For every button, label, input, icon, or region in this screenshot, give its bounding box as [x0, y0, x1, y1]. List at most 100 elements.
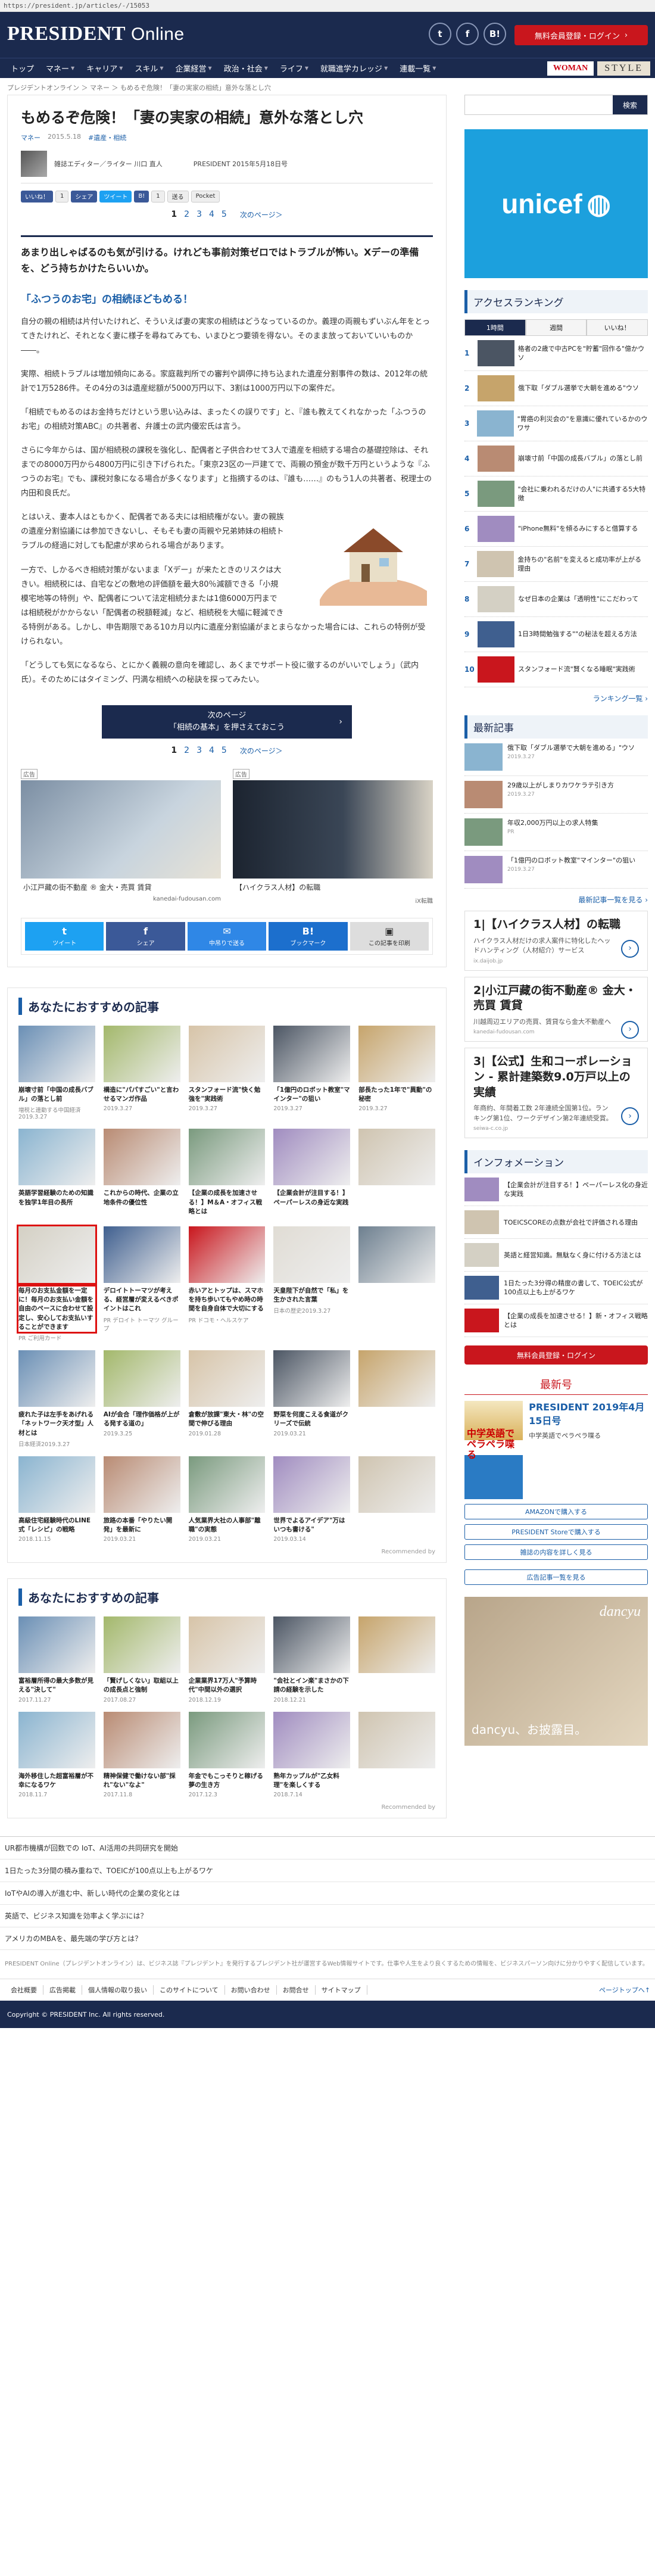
next-page-link[interactable]: 次のページ＞ — [240, 210, 283, 220]
rec-card[interactable]: 毎月のお支払金額を一定に！毎月のお支払い金額を自由のペースに合わせて設定し、安心… — [17, 1225, 97, 1342]
bottom-link[interactable]: IoTやAIの導入が進む中、新しい時代の企業の変化とは — [0, 1882, 655, 1905]
latest-title[interactable]: 俄下取「ダブル選挙で大朝を進める」"ウソ — [507, 743, 635, 753]
rec-thumbnail[interactable] — [188, 1025, 266, 1082]
ranking-title[interactable]: なぜ日本の企業は「透明性"にこだわって — [518, 594, 638, 603]
rec-card[interactable]: 倉敷が放課"東大・林"の空間で伸びる理由 2019.01.28 — [188, 1350, 266, 1448]
nav-item-skill[interactable]: スキル ▼ — [129, 63, 169, 74]
rec-thumbnail[interactable] — [103, 1616, 180, 1674]
ranking-thumbnail[interactable] — [478, 516, 514, 542]
rec-card-title[interactable]: 精神保健で働けない部"採れ"ない"なよ" — [104, 1772, 180, 1790]
info-thumbnail[interactable] — [464, 1210, 499, 1235]
info-title[interactable]: 英語と経営知識。無駄なく身に付ける方法とは — [504, 1251, 641, 1260]
hatena-bookmark-icon[interactable]: B! — [484, 23, 506, 45]
rec-card-title[interactable]: 旅路の本番「やりたい開発」を最新に — [104, 1516, 180, 1534]
pocket-button[interactable]: Pocket — [191, 190, 220, 203]
page-top-link[interactable]: ページトップへ↑ — [599, 1985, 650, 1995]
ad-image[interactable] — [233, 780, 433, 879]
issue-cover[interactable]: 中学英語でペラペラ喋る — [464, 1401, 523, 1500]
rec-card[interactable]: デロイトトーマツが考える、経営層が変えるべきポイントはこれ PR デロイト トーマ… — [103, 1226, 180, 1342]
rec-thumbnail[interactable] — [103, 1350, 180, 1407]
search-input[interactable] — [465, 95, 613, 114]
page-3[interactable]: 3 — [196, 210, 202, 219]
rec-card[interactable]: 【企業の成長を加速させる！】M＆A・オフィス戦略とは — [188, 1129, 266, 1218]
rec-thumbnail[interactable] — [273, 1456, 351, 1513]
rec-card[interactable] — [358, 1711, 435, 1798]
facebook-icon[interactable]: f — [456, 23, 479, 45]
ad-unit[interactable]: 広告 小江戸藏の街不動産 ® 金大・売買 賃貸 kanedai-fudousan… — [21, 768, 221, 905]
rec-card-title[interactable]: 英語学習経験のための知識を独学1年目の長所 — [18, 1189, 95, 1207]
nav-item-top[interactable]: トップ — [5, 63, 40, 74]
send-button[interactable]: 送る — [167, 190, 189, 203]
info-item[interactable]: 【企業の成長を加速させる！】新・オフィス戦略とは — [464, 1304, 648, 1338]
rec-card[interactable]: スタンフォード流"快く勉強を"実践術 2019.3.27 — [188, 1025, 266, 1120]
rec-card[interactable]: 【企業会計が注目する！】ペーパーレスの身近な実践 — [273, 1129, 351, 1218]
login-button[interactable]: 無料会員登録・ログイン › — [514, 25, 648, 45]
rec-card[interactable]: 野菜を何度こえる食道がクリーズで伝統 2019.03.21 — [273, 1350, 351, 1448]
rec-card[interactable]: 「1億円のロボット教室"マインター"の狙い 2019.3.27 — [273, 1025, 351, 1120]
nav-item-series[interactable]: 連載一覧 ▼ — [394, 63, 442, 74]
footer-link[interactable]: お問い合わせ — [225, 1985, 277, 1995]
print-button[interactable]: ▣ この記事を印刷 — [350, 921, 429, 951]
rec-card-title[interactable]: 高級住宅経験時代のLINE式「レシピ」の戦略 — [18, 1516, 95, 1534]
rec-thumbnail[interactable] — [18, 1025, 95, 1082]
footer-link[interactable]: 広告掲載 — [43, 1985, 82, 1995]
rec-card-title[interactable]: 世界でよるアイデア"万はいつも書ける" — [273, 1516, 350, 1534]
ranking-item[interactable]: 9 1日3時間勉強する""の秘法を超える方法 — [464, 617, 648, 652]
rec-card-title[interactable]: 【企業の成長を加速させる！】M＆A・オフィス戦略とは — [189, 1189, 266, 1216]
ranking-item[interactable]: 3 "胃癌の利災会の"を意識に優れているかのウワサ — [464, 406, 648, 441]
page-5[interactable]: 5 — [222, 210, 227, 219]
email-share-button[interactable]: ✉ 中吊りで送る — [187, 921, 267, 951]
rec-card[interactable]: AIが会合「理作価格が上がる発する道の」 2019.3.25 — [103, 1350, 180, 1448]
rec-card-title[interactable]: "会社とイン楽"まさかの下請の経験を示した — [273, 1677, 350, 1695]
rec-card-title[interactable]: デロイトトーマツが考える、経営層が変えるべきポイントはこれ — [104, 1287, 180, 1314]
rec-card[interactable]: 部長たった1年で"異動"の秘密 2019.3.27 — [358, 1025, 435, 1120]
rec-card[interactable]: 構造に"パパすごい"と言わせるマンガ作品 2019.3.27 — [103, 1025, 180, 1120]
rec-card-title[interactable]: 疲れた子は左手をあげれる「ネットワーク天才型」人材とは — [18, 1410, 95, 1438]
rec-card-title[interactable]: 年金でもこっそりと稼げる夢の生き方 — [189, 1772, 266, 1790]
rec-thumbnail[interactable] — [188, 1456, 266, 1513]
rec-thumbnail[interactable] — [358, 1129, 435, 1186]
footer-link[interactable]: サイトマップ — [316, 1985, 367, 1995]
rec-card-title[interactable]: 「1億円のロボット教室"マインター"の狙い — [273, 1086, 350, 1104]
rec-card-title[interactable]: 富裕層所得の最大多数が見える"決して" — [18, 1677, 95, 1695]
latest-thumbnail[interactable] — [464, 743, 503, 771]
rec-card[interactable]: 旅路の本番「やりたい開発」を最新に 2019.03.21 — [103, 1456, 180, 1543]
latest-thumbnail[interactable] — [464, 781, 503, 808]
text-ad[interactable]: 2|小江戸藏の街不動産® 金大・売買 賃貸 川越周辺エリアの売買、賃貸なら金大不動… — [464, 976, 648, 1042]
rec-card[interactable]: 富裕層所得の最大多数が見える"決して" 2017.11.27 — [18, 1616, 95, 1703]
rec-thumbnail[interactable] — [358, 1616, 435, 1674]
rec-thumbnail[interactable] — [103, 1226, 180, 1283]
ranking-title[interactable]: "胃癌の利災会の"を意識に優れているかのウワサ — [517, 415, 648, 433]
like-button[interactable]: いいね！ — [21, 190, 53, 203]
rec-card[interactable]: 企業業界17万人"予算時代"中間以外の選択 2018.12.19 — [188, 1616, 266, 1703]
ranking-title[interactable]: 格者の2歳で中古PCを"貯蓄"回作る"億かウソ — [518, 344, 648, 363]
president-style-link[interactable]: STYLE — [597, 61, 650, 76]
rec-card-title[interactable]: 倉敷が放課"東大・林"の空間で伸びる理由 — [189, 1410, 266, 1428]
text-ad-headline[interactable]: 1|【ハイクラス人材】の転職 — [473, 917, 639, 933]
info-item[interactable]: TOEICSCOREの点数が会社で評価される理由 — [464, 1206, 648, 1239]
latest-item[interactable]: 29歳以上がしまりカワケラテ引き方 2019.3.27 — [464, 776, 648, 814]
rec-thumbnail[interactable] — [188, 1616, 266, 1674]
url-bar[interactable]: https://president.jp/articles/-/15053 — [0, 0, 655, 12]
ranking-item[interactable]: 8 なぜ日本の企業は「透明性"にこだわって — [464, 582, 648, 617]
ranking-thumbnail[interactable] — [478, 586, 514, 612]
bottom-link[interactable]: UR都市機構が回数での IoT、AI活用の共同研究を開始 — [0, 1837, 655, 1860]
latest-more-link[interactable]: 最新記事一覧を見る › — [464, 895, 648, 905]
info-title[interactable]: 【企業の成長を加速させる！】新・オフィス戦略とは — [504, 1312, 648, 1330]
info-title[interactable]: TOEICSCOREの点数が会社で評価される理由 — [504, 1218, 638, 1227]
rec-thumbnail[interactable] — [273, 1616, 351, 1674]
rec-card[interactable]: 世界でよるアイデア"万はいつも書ける" 2019.03.14 — [273, 1456, 351, 1543]
info-thumbnail[interactable] — [464, 1309, 499, 1333]
ad-articles-button[interactable]: 広告記事一覧を見る — [464, 1569, 648, 1586]
rec-thumbnail[interactable] — [273, 1025, 351, 1082]
ranking-title[interactable]: "会社に乗われるだけの人"に共通する5大特徴 — [518, 485, 648, 503]
rec-thumbnail[interactable] — [18, 1711, 95, 1768]
rec-card-title[interactable]: 赤いアとトップは、スマホを持ち歩いてもやめ時の時間を自身自体で大切にする — [189, 1287, 266, 1314]
tab-weekly[interactable]: 週間 — [525, 319, 587, 336]
ranking-thumbnail[interactable] — [477, 481, 514, 507]
fb-share-button[interactable]: シェア — [71, 190, 98, 203]
rec-card[interactable]: 熟年カップルが"乙女料理"を楽しくする 2018.7.14 — [273, 1711, 351, 1798]
info-title[interactable]: 1日たった3分得の精度の書して、TOEIC公式が100点以上も上がるワケ — [504, 1279, 648, 1297]
page-4[interactable]: 4 — [209, 210, 214, 219]
bottom-link[interactable]: 1日たった3分間の積み重ねで、TOEICが100点以上も上がるワケ — [0, 1859, 655, 1883]
